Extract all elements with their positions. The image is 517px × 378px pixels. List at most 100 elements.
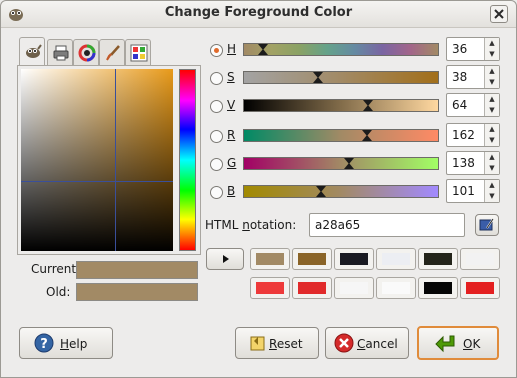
spin-up-icon[interactable]: ▲ (485, 38, 499, 49)
slider-thumb-bottom[interactable] (316, 191, 326, 197)
history-color-button[interactable] (292, 248, 332, 270)
tab-palette-selector[interactable] (125, 39, 151, 65)
close-button[interactable] (490, 5, 508, 23)
history-color-swatch (340, 282, 368, 294)
spin-down-icon[interactable]: ▼ (485, 135, 499, 146)
radio-v[interactable] (210, 100, 223, 113)
ok-button[interactable]: OK (417, 326, 499, 360)
spin-arrows[interactable]: ▲ ▼ (484, 152, 499, 174)
spinbutton-s[interactable]: 38 ▲ ▼ (446, 65, 500, 89)
spinbutton-r[interactable]: 162 ▲ ▼ (446, 123, 500, 147)
help-button[interactable]: ? Help (19, 327, 113, 359)
slider-h[interactable] (243, 43, 439, 56)
spin-arrows[interactable]: ▲ ▼ (484, 94, 499, 116)
spin-arrows[interactable]: ▲ ▼ (484, 38, 499, 60)
tab-wheel-selector[interactable] (73, 39, 99, 65)
history-color-swatch (298, 282, 326, 294)
slider-thumb-bottom[interactable] (313, 77, 323, 83)
radio-h[interactable] (210, 44, 223, 57)
spin-value[interactable]: 138 (452, 156, 475, 170)
current-label: Current: (31, 262, 81, 276)
cancel-icon (334, 333, 354, 353)
history-color-button[interactable] (292, 277, 332, 299)
history-color-button[interactable] (376, 248, 416, 270)
slider-g[interactable] (243, 157, 439, 170)
radio-r[interactable] (210, 130, 223, 143)
color-wheel-icon (78, 44, 96, 62)
slider-r[interactable] (243, 129, 439, 142)
ok-label: K (472, 337, 481, 351)
history-color-button[interactable] (334, 248, 374, 270)
spinbutton-v[interactable]: 64 ▲ ▼ (446, 93, 500, 117)
hue-strip[interactable] (179, 69, 196, 251)
cancel-button[interactable]: Cancel (325, 327, 409, 359)
help-mnemonic: H (60, 337, 70, 351)
channel-label-r: R (227, 128, 236, 142)
channel-label-b: B (227, 184, 236, 198)
cancel-label: ancel (365, 337, 398, 351)
spin-up-icon[interactable]: ▲ (485, 66, 499, 77)
history-color-swatch (382, 282, 410, 294)
gimp-wilber-icon (26, 44, 42, 58)
spin-value[interactable]: 162 (452, 128, 475, 142)
spin-up-icon[interactable]: ▲ (485, 94, 499, 105)
spin-arrows[interactable]: ▲ ▼ (484, 124, 499, 146)
spin-value[interactable]: 36 (452, 42, 467, 56)
color-picker-button[interactable] (475, 214, 499, 236)
reset-button[interactable]: Reset (235, 327, 319, 359)
spin-up-icon[interactable]: ▲ (485, 124, 499, 135)
spin-down-icon[interactable]: ▼ (485, 77, 499, 88)
history-color-button[interactable] (460, 277, 500, 299)
radio-b[interactable] (210, 186, 223, 199)
radio-s[interactable] (210, 72, 223, 85)
history-color-button[interactable] (418, 248, 458, 270)
history-color-button[interactable] (460, 248, 500, 270)
slider-v[interactable] (243, 99, 439, 112)
spin-arrows[interactable]: ▲ ▼ (484, 180, 499, 202)
add-to-history-button[interactable] (206, 248, 244, 270)
title-bar: Change Foreground Color (1, 1, 516, 28)
history-color-swatch (466, 282, 494, 294)
help-icon: ? (34, 333, 54, 353)
spin-up-icon[interactable]: ▲ (485, 180, 499, 191)
spin-value[interactable]: 64 (452, 98, 467, 112)
channel-label-h: H (227, 42, 237, 56)
slider-thumb-bottom[interactable] (344, 163, 354, 169)
ok-arrow-icon (435, 335, 455, 353)
history-color-button[interactable] (250, 248, 290, 270)
tab-gimp-selector[interactable] (19, 37, 45, 67)
spinbutton-b[interactable]: 101 ▲ ▼ (446, 179, 500, 203)
tab-cmyk-selector[interactable] (47, 39, 73, 65)
help-label: elp (69, 337, 88, 351)
spin-down-icon[interactable]: ▼ (485, 49, 499, 60)
radio-g[interactable] (210, 158, 223, 171)
history-color-swatch (256, 282, 284, 294)
spin-up-icon[interactable]: ▲ (485, 152, 499, 163)
spin-value[interactable]: 38 (452, 70, 467, 84)
spin-value[interactable]: 101 (452, 184, 475, 198)
history-color-button[interactable] (376, 277, 416, 299)
spinbutton-h[interactable]: 36 ▲ ▼ (446, 37, 500, 61)
slider-thumb-bottom[interactable] (363, 105, 373, 111)
spin-arrows[interactable]: ▲ ▼ (484, 66, 499, 88)
html-notation-input[interactable]: a28a65 (309, 213, 465, 237)
spin-down-icon[interactable]: ▼ (485, 191, 499, 202)
spin-down-icon[interactable]: ▼ (485, 105, 499, 116)
close-icon (494, 9, 504, 19)
old-color-swatch[interactable] (76, 283, 198, 301)
history-color-button[interactable] (250, 277, 290, 299)
history-color-swatch (466, 253, 494, 265)
svg-text:?: ? (40, 337, 48, 352)
history-color-swatch (382, 253, 410, 265)
slider-b[interactable] (243, 185, 439, 198)
slider-thumb-bottom[interactable] (362, 135, 372, 141)
tab-watercolor-selector[interactable] (99, 39, 125, 65)
spin-down-icon[interactable]: ▼ (485, 163, 499, 174)
history-color-button[interactable] (334, 277, 374, 299)
saturation-value-square[interactable] (21, 69, 173, 251)
spinbutton-g[interactable]: 138 ▲ ▼ (446, 151, 500, 175)
history-color-button[interactable] (418, 277, 458, 299)
channel-label-g: G (227, 156, 237, 170)
slider-s[interactable] (243, 71, 439, 84)
slider-thumb-bottom[interactable] (258, 49, 268, 55)
